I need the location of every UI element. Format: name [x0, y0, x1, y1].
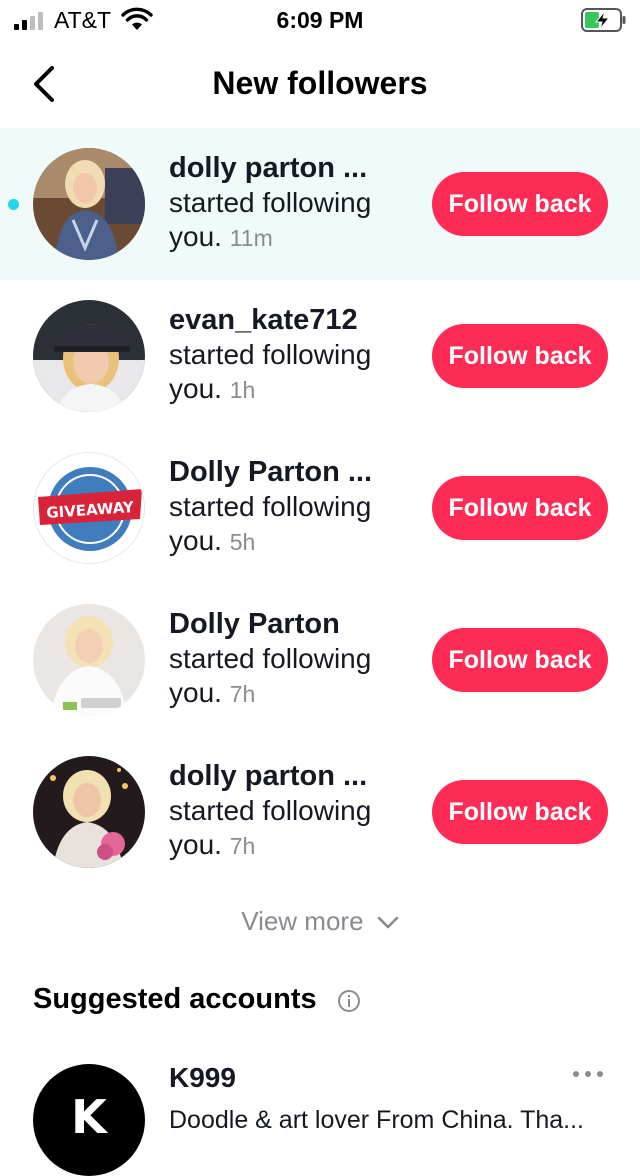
- header: New followers: [0, 40, 640, 128]
- follower-row[interactable]: dolly parton ... started following you. …: [0, 128, 640, 280]
- suggested-account-bio: Doodle & art lover From China. Tha...: [169, 1106, 584, 1134]
- follower-name[interactable]: Dolly Parton ...: [169, 454, 419, 490]
- row-text: Dolly Parton started following you. 7h: [169, 606, 419, 711]
- row-text: dolly parton ... started following you. …: [169, 758, 419, 863]
- follower-message: started following you. 11m: [169, 186, 419, 255]
- battery-charging-icon: [581, 8, 626, 32]
- avatar[interactable]: [33, 148, 145, 260]
- follower-message: started following you. 7h: [169, 794, 419, 863]
- avatar[interactable]: GIVEAWAY: [33, 452, 145, 564]
- row-text: Dolly Parton ... started following you. …: [169, 454, 419, 559]
- time-label: 11m: [229, 225, 273, 251]
- suggested-account-name[interactable]: K999: [169, 1062, 236, 1094]
- avatar[interactable]: [33, 756, 145, 868]
- follower-row[interactable]: evan_kate712 started following you. 1h F…: [0, 280, 640, 432]
- follow-back-button[interactable]: Follow back: [432, 476, 608, 540]
- message-text: started following you.: [169, 643, 372, 708]
- follower-name[interactable]: dolly parton ...: [169, 150, 419, 186]
- status-bar: AT&T 6:09 PM: [0, 0, 640, 40]
- time-label: 7h: [229, 681, 256, 707]
- follow-back-button[interactable]: Follow back: [432, 780, 608, 844]
- follower-message: started following you. 7h: [169, 642, 419, 711]
- follow-back-button[interactable]: Follow back: [432, 324, 608, 388]
- follower-name[interactable]: dolly parton ...: [169, 758, 419, 794]
- suggested-accounts-title: Suggested accounts: [33, 983, 317, 1015]
- follower-row[interactable]: GIVEAWAY Dolly Parton ... started follow…: [0, 432, 640, 584]
- chevron-down-icon: [377, 916, 399, 929]
- page-title: New followers: [212, 65, 428, 101]
- row-text: evan_kate712 started following you. 1h: [169, 302, 419, 407]
- view-more-link[interactable]: View more: [0, 906, 640, 937]
- follower-message: started following you. 5h: [169, 490, 419, 559]
- time-label: 7h: [229, 833, 256, 859]
- giveaway-badge-image: GIVEAWAY: [34, 453, 144, 563]
- avatar[interactable]: [33, 604, 145, 716]
- follower-name[interactable]: Dolly Parton: [169, 606, 419, 642]
- suggested-account-avatar[interactable]: K: [33, 1064, 145, 1176]
- status-time: 6:09 PM: [276, 7, 364, 33]
- message-text: started following you.: [169, 491, 372, 556]
- follower-list: dolly parton ... started following you. …: [0, 128, 640, 888]
- follower-row[interactable]: dolly parton ... started following you. …: [0, 736, 640, 888]
- more-options-icon[interactable]: [570, 1066, 606, 1082]
- avatar[interactable]: [33, 300, 145, 412]
- message-text: started following you.: [169, 795, 372, 860]
- unread-dot: [8, 199, 19, 210]
- time-label: 5h: [229, 529, 256, 555]
- follower-name[interactable]: evan_kate712: [169, 302, 419, 338]
- row-text: dolly parton ... started following you. …: [169, 150, 419, 255]
- follow-back-button[interactable]: Follow back: [432, 628, 608, 692]
- view-more-label: View more: [241, 906, 364, 936]
- message-text: started following you.: [169, 339, 372, 404]
- follower-row[interactable]: Dolly Parton started following you. 7h F…: [0, 584, 640, 736]
- follow-back-button[interactable]: Follow back: [432, 172, 608, 236]
- info-icon[interactable]: [337, 989, 361, 1013]
- time-label: 1h: [229, 377, 256, 403]
- follower-message: started following you. 1h: [169, 338, 419, 407]
